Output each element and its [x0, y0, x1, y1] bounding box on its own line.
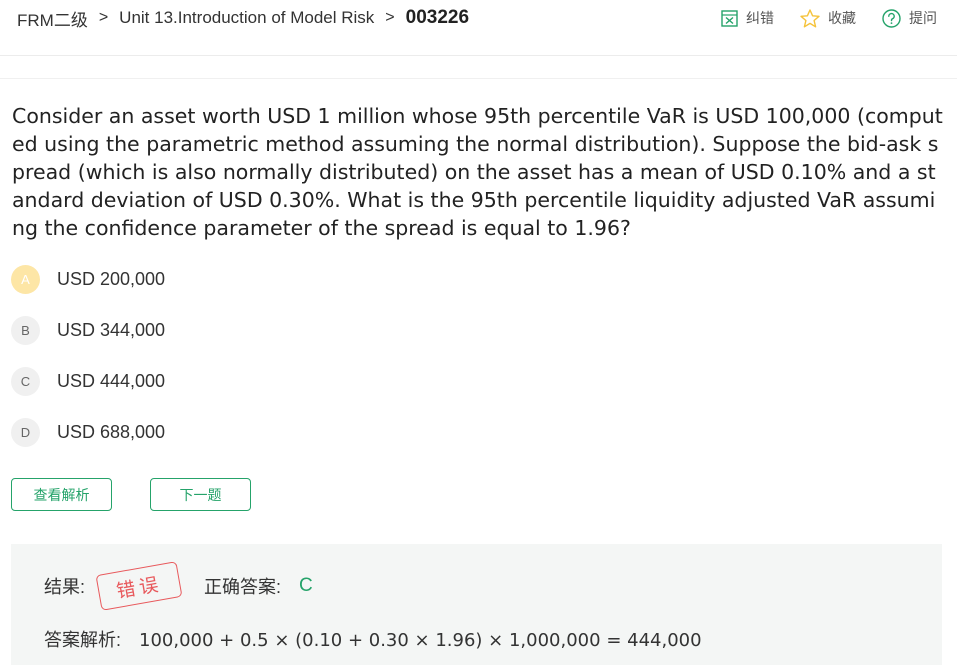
option-text: USD 344,000 [57, 319, 166, 340]
breadcrumb-course[interactable]: FRM二级 [17, 6, 88, 31]
view-analysis-button[interactable]: 查看解析 [11, 478, 112, 511]
option-b[interactable]: B USD 344,000 [11, 315, 165, 345]
report-error-button[interactable]: 纠错 [721, 8, 774, 28]
question-text: Consider an asset worth USD 1 million wh… [12, 104, 943, 240]
correct-answer-value: C [299, 575, 313, 596]
next-question-button[interactable]: 下一题 [150, 478, 251, 511]
option-d[interactable]: D USD 688,000 [11, 417, 165, 447]
option-letter: C [11, 366, 40, 396]
ask-question-label: 提问 [909, 10, 937, 26]
question-id: 003226 [405, 7, 470, 28]
breadcrumb-chapter[interactable]: Unit 13.Introduction of Model Risk [119, 8, 374, 28]
toolbar: 纠错 收藏 提问 [695, 8, 937, 28]
option-text: USD 200,000 [57, 268, 166, 289]
header: FRM二级 > Unit 13.Introduction of Model Ri… [0, 0, 957, 56]
result-label: 结果: [44, 577, 86, 597]
wrong-stamp: 错误 [95, 561, 183, 611]
ask-question-button[interactable]: 提问 [882, 8, 937, 28]
option-c[interactable]: C USD 444,000 [11, 366, 165, 396]
star-icon [800, 8, 820, 27]
result-row: 结果: 错误 正确答案: C [44, 561, 313, 611]
analysis-label: 答案解析: [44, 630, 122, 650]
breadcrumb-separator: > [98, 9, 109, 26]
report-error-label: 纠错 [746, 10, 774, 26]
analysis-row: 答案解析: 100,000 + 0.5 × (0.10 + 0.30 × 1.96… [44, 626, 702, 652]
option-letter: A [11, 264, 40, 294]
breadcrumb-separator: > [385, 9, 395, 26]
analysis-text: 100,000 + 0.5 × (0.10 + 0.30 × 1.96) × 1… [139, 630, 702, 651]
report-error-icon [721, 9, 738, 27]
option-letter: D [11, 417, 40, 447]
option-text: USD 444,000 [57, 370, 166, 391]
option-letter: B [11, 315, 40, 345]
favorite-label: 收藏 [828, 10, 856, 26]
option-text: USD 688,000 [57, 421, 166, 442]
help-circle-icon [882, 8, 901, 28]
breadcrumb: FRM二级 > Unit 13.Introduction of Model Ri… [17, 6, 469, 30]
option-a[interactable]: A USD 200,000 [11, 264, 165, 294]
result-panel: 结果: 错误 正确答案: C 答案解析: 100,000 + 0.5 × (0.1… [11, 544, 942, 665]
divider [0, 78, 957, 79]
correct-answer-label: 正确答案: [204, 577, 282, 597]
answer-options: A USD 200,000 B USD 344,000 C USD 444,00… [11, 264, 165, 468]
favorite-button[interactable]: 收藏 [800, 8, 856, 28]
